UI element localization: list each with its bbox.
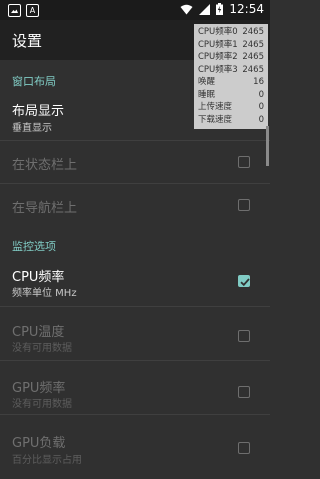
pref-on-nav-bar[interactable]: 在导航栏上 bbox=[0, 184, 270, 226]
status-time: 12:54 bbox=[229, 2, 264, 16]
page-title: 设置 bbox=[12, 32, 43, 50]
overlay-row-cpu2: CPU频率2 2465 bbox=[198, 52, 264, 62]
font-a-notification-icon: A bbox=[26, 4, 39, 17]
pref-title: 布局显示 bbox=[12, 104, 65, 119]
section-header-window-layout: 窗口布局 bbox=[12, 75, 56, 88]
pref-cpu-temp[interactable]: CPU温度 没有可用数据 bbox=[0, 307, 270, 359]
scrollbar[interactable] bbox=[266, 126, 269, 166]
pref-summary: 频率单位 MHz bbox=[12, 288, 77, 299]
pref-gpu-load[interactable]: GPU负载 百分比显示占用 bbox=[0, 415, 270, 479]
cpu-temp-checkbox[interactable] bbox=[238, 330, 250, 342]
pref-gpu-freq[interactable]: GPU频率 没有可用数据 bbox=[0, 361, 270, 413]
on-status-bar-checkbox[interactable] bbox=[238, 156, 250, 168]
battery-charging-icon bbox=[216, 3, 224, 15]
status-bar: A 12:54 bbox=[0, 0, 270, 20]
overlay-row-cpu3: CPU频率3 2465 bbox=[198, 64, 264, 75]
cpu-freq-checkbox[interactable] bbox=[238, 275, 250, 287]
pref-title: GPU负载 bbox=[12, 436, 66, 451]
pref-title: GPU频率 bbox=[12, 381, 66, 396]
section-header-monitor: 监控选项 bbox=[12, 240, 56, 253]
overlay-row-cpu1: CPU频率1 2465 bbox=[198, 39, 264, 50]
pref-summary: 百分比显示占用 bbox=[12, 455, 82, 466]
signal-icon bbox=[199, 3, 211, 15]
notification-icons: A bbox=[8, 4, 39, 17]
pref-summary: 没有可用数据 bbox=[12, 399, 72, 410]
gpu-load-checkbox[interactable] bbox=[238, 442, 250, 454]
status-icons: 12:54 bbox=[180, 2, 264, 16]
overlay-row-wakeup: 唤醒 16 bbox=[198, 77, 264, 87]
image-notification-icon bbox=[8, 4, 21, 17]
pref-on-status-bar[interactable]: 在状态栏上 bbox=[0, 141, 270, 183]
pref-title: CPU频率 bbox=[12, 270, 65, 285]
pref-layout-display[interactable]: 布局显示 垂直显示 bbox=[0, 92, 270, 140]
pref-title: CPU温度 bbox=[12, 325, 65, 340]
pref-summary: 没有可用数据 bbox=[12, 343, 72, 354]
checkmark-icon bbox=[240, 278, 250, 287]
pref-title: 在导航栏上 bbox=[12, 201, 78, 216]
on-nav-bar-checkbox[interactable] bbox=[238, 199, 250, 211]
pref-summary: 垂直显示 bbox=[12, 123, 52, 134]
pref-cpu-freq[interactable]: CPU频率 频率单位 MHz bbox=[0, 257, 270, 305]
overlay-row-cpu0: CPU频率0 2465 bbox=[198, 27, 264, 37]
wifi-icon bbox=[180, 4, 193, 14]
gpu-freq-checkbox[interactable] bbox=[238, 386, 250, 398]
pref-title: 在状态栏上 bbox=[12, 158, 78, 173]
